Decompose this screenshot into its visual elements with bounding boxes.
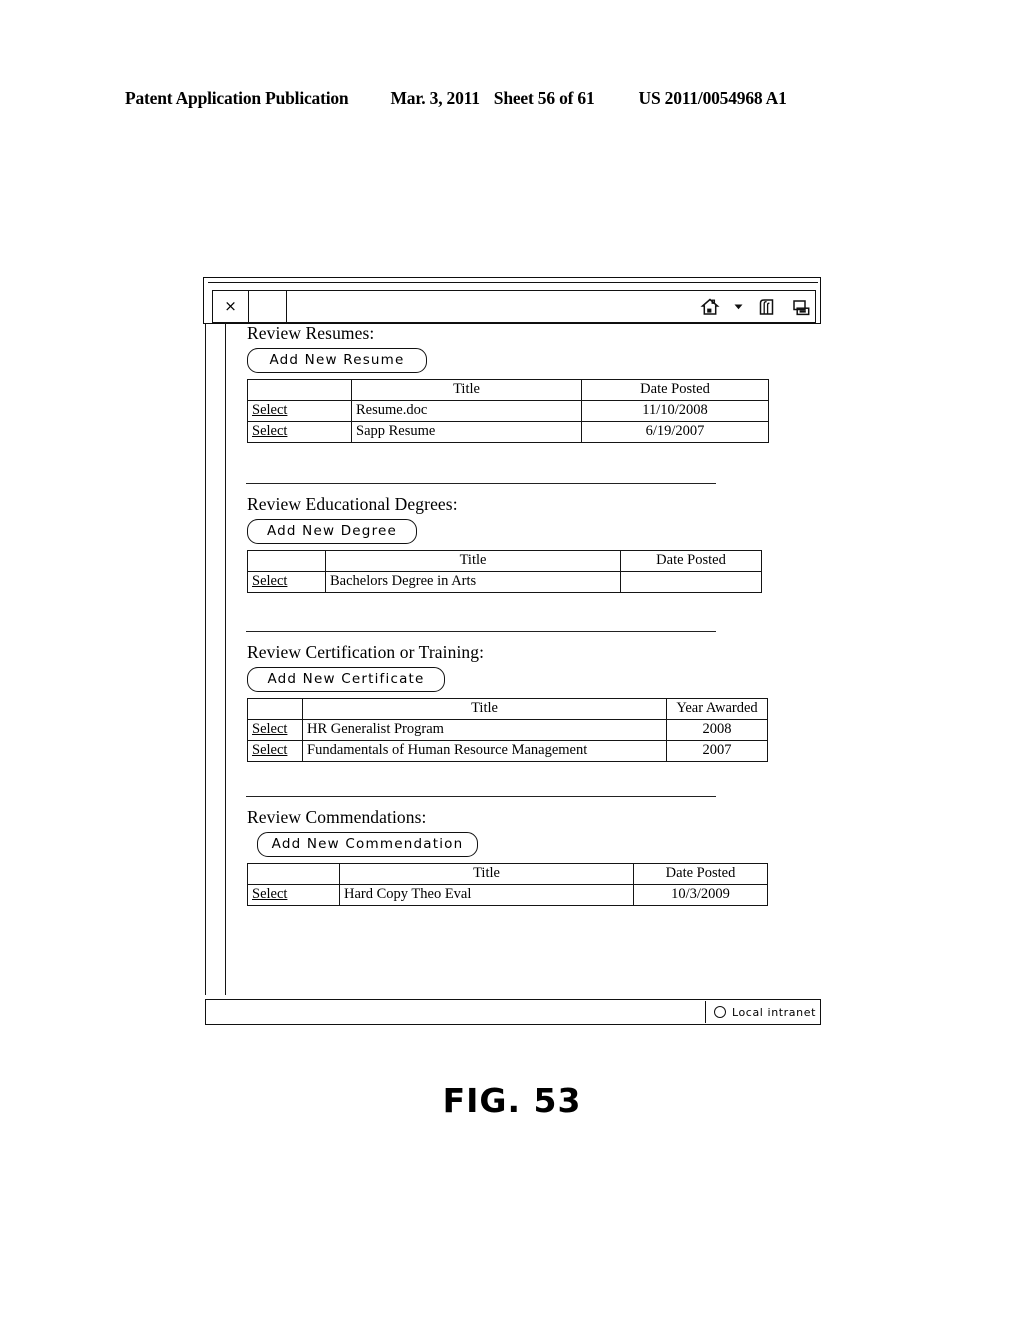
table-row: Select Sapp Resume 6/19/2007 — [247, 421, 769, 443]
section-title-resumes: Review Resumes: — [247, 323, 375, 343]
table-header-row: Title Date Posted — [247, 379, 769, 401]
toolbar-icon-group — [700, 291, 815, 322]
title-cell: Fundamentals of Human Resource Managemen… — [302, 740, 667, 762]
patent-page-header: Patent Application Publication Mar. 3, 2… — [125, 88, 885, 109]
select-link-cell[interactable]: Select — [247, 421, 352, 443]
browser-tab[interactable] — [249, 291, 287, 322]
certifications-table: Title Year Awarded Select HR Generalist … — [247, 698, 768, 762]
page-content: Review Resumes: Add New Resume Title Dat… — [243, 323, 821, 995]
table-row: Select Resume.doc 11/10/2008 — [247, 400, 769, 422]
column-header-date: Date Posted — [633, 863, 768, 885]
table-row: Select Bachelors Degree in Arts — [247, 571, 762, 593]
add-new-certificate-button[interactable]: Add New Certificate — [247, 667, 445, 692]
globe-icon — [713, 1006, 726, 1018]
close-button[interactable]: × — [213, 291, 249, 322]
close-icon: × — [224, 297, 237, 315]
column-header-title: Title — [339, 863, 634, 885]
column-header-date: Date Posted — [620, 550, 762, 572]
section-title-commendations: Review Commendations: — [247, 807, 427, 827]
section-divider — [246, 631, 716, 632]
chrome-divider — [208, 282, 818, 283]
table-header-row: Title Year Awarded — [247, 698, 768, 720]
print-icon[interactable] — [791, 297, 811, 317]
select-link[interactable]: Select — [252, 573, 287, 589]
column-header-select — [247, 550, 326, 572]
patent-publication-label: Patent Application Publication — [125, 88, 349, 108]
add-new-resume-button[interactable]: Add New Resume — [247, 348, 427, 373]
patent-date-label: Mar. 3, 2011 — [390, 88, 480, 108]
section-divider — [246, 483, 716, 484]
section-certifications: Review Certification or Training: Add Ne… — [243, 631, 821, 762]
add-new-degree-button[interactable]: Add New Degree — [247, 519, 417, 544]
section-resumes: Review Resumes: Add New Resume Title Dat… — [243, 323, 821, 443]
table-row: Select Hard Copy Theo Eval 10/3/2009 — [247, 884, 768, 906]
title-cell: HR Generalist Program — [302, 719, 667, 741]
table-header-row: Title Date Posted — [247, 550, 762, 572]
section-title-certifications: Review Certification or Training: — [247, 642, 485, 662]
section-title-degrees: Review Educational Degrees: — [247, 494, 458, 514]
title-cell: Resume.doc — [351, 400, 582, 422]
table-row: Select Fundamentals of Human Resource Ma… — [247, 740, 768, 762]
table-header-row: Title Date Posted — [247, 863, 768, 885]
select-link-cell[interactable]: Select — [247, 719, 303, 741]
select-link[interactable]: Select — [252, 721, 287, 737]
address-bar[interactable] — [287, 291, 700, 322]
date-cell: 11/10/2008 — [581, 400, 769, 422]
column-header-title: Title — [325, 550, 621, 572]
section-divider — [246, 796, 716, 797]
patent-sheet-label: Sheet 56 of 61 — [493, 88, 595, 108]
security-zone-indicator[interactable]: Local intranet — [704, 1001, 820, 1023]
section-commendations: Review Commendations: Add New Commendati… — [243, 796, 821, 906]
browser-window: × Review Resumes: Add New Resume Title D… — [203, 277, 823, 1037]
browser-chrome: × — [203, 277, 821, 324]
column-header-title: Title — [302, 698, 667, 720]
year-cell: 2008 — [666, 719, 768, 741]
select-link-cell[interactable]: Select — [247, 400, 352, 422]
chevron-down-icon[interactable] — [734, 302, 743, 311]
title-cell: Bachelors Degree in Arts — [325, 571, 621, 593]
date-cell: 6/19/2007 — [581, 421, 769, 443]
column-header-date: Date Posted — [581, 379, 769, 401]
select-link[interactable]: Select — [252, 886, 287, 902]
column-header-select — [247, 863, 340, 885]
date-cell — [620, 571, 762, 593]
feeds-icon[interactable] — [757, 297, 777, 317]
browser-toolbar: × — [212, 290, 816, 323]
browser-status-bar: Local intranet — [205, 999, 821, 1025]
table-row: Select HR Generalist Program 2008 — [247, 719, 768, 741]
patent-number-label: US 2011/0054968 A1 — [638, 88, 787, 108]
select-link[interactable]: Select — [252, 402, 287, 418]
section-degrees: Review Educational Degrees: Add New Degr… — [243, 483, 821, 593]
title-cell: Sapp Resume — [351, 421, 582, 443]
commendations-table: Title Date Posted Select Hard Copy Theo … — [247, 863, 768, 906]
degrees-table: Title Date Posted Select Bachelors Degre… — [247, 550, 762, 593]
column-header-select — [247, 698, 303, 720]
window-left-edge — [205, 323, 206, 995]
column-header-title: Title — [351, 379, 582, 401]
column-header-year-awarded: Year Awarded — [666, 698, 768, 720]
home-icon[interactable] — [700, 297, 720, 317]
select-link-cell[interactable]: Select — [247, 740, 303, 762]
title-cell: Hard Copy Theo Eval — [339, 884, 634, 906]
select-link-cell[interactable]: Select — [247, 884, 340, 906]
status-zone-label: Local intranet — [731, 1005, 816, 1019]
select-link[interactable]: Select — [252, 423, 287, 439]
date-cell: 10/3/2009 — [633, 884, 768, 906]
resumes-table: Title Date Posted Select Resume.doc 11/1… — [247, 379, 769, 443]
select-link-cell[interactable]: Select — [247, 571, 326, 593]
figure-caption: FIG. 53 — [442, 1081, 582, 1120]
content-pane-left-edge — [225, 323, 226, 995]
select-link[interactable]: Select — [252, 742, 287, 758]
column-header-select — [247, 379, 352, 401]
year-cell: 2007 — [666, 740, 768, 762]
add-new-commendation-button[interactable]: Add New Commendation — [257, 832, 478, 857]
